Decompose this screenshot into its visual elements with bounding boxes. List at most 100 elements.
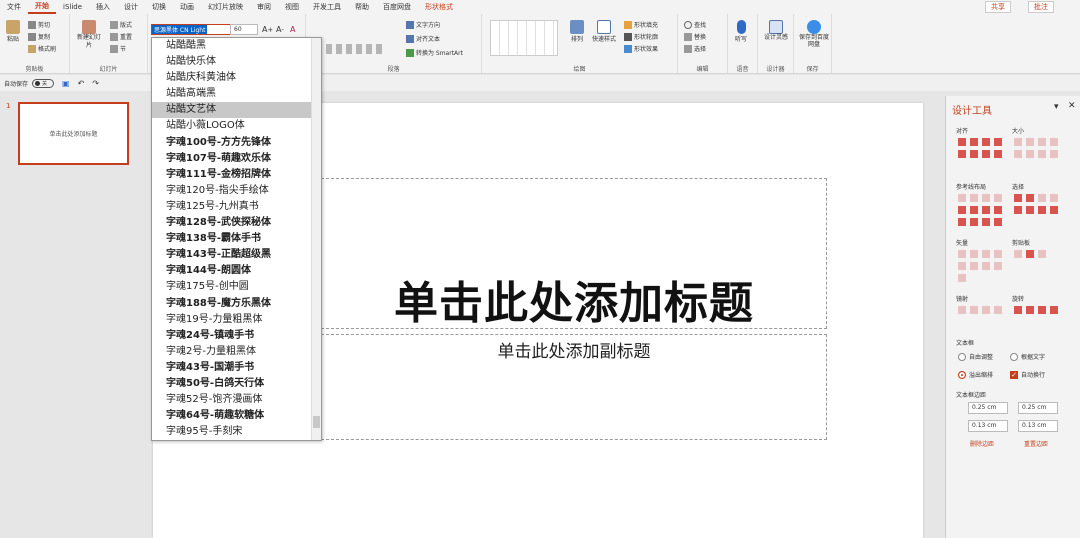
delete-margin-link[interactable]: 删除边距 [970,439,994,448]
quick-styles-button[interactable]: 快速样式 [592,20,616,43]
margin-bottom-input[interactable]: 0.13 cm [1018,420,1058,432]
font-option[interactable]: 站酷小薇LOGO体 [152,118,321,134]
font-option[interactable]: 字魂125号-九州真书 [152,199,321,215]
font-option[interactable]: 字魂2号-力量粗黑体 [152,344,321,360]
menu-tab-7[interactable]: 幻灯片放映 [201,0,250,14]
menu-tab-10[interactable]: 开发工具 [306,0,348,14]
font-option[interactable]: 站酷高端黑 [152,86,321,102]
margin-top-input[interactable]: 0.13 cm [968,420,1008,432]
font-option[interactable]: 字魂111号-金榜招牌体 [152,167,321,183]
font-option[interactable]: 字魂19号-力量粗黑体 [152,312,321,328]
design-ideas-button[interactable]: 设计灵感 [764,20,788,41]
mirror-icons[interactable] [958,306,1002,314]
slide-thumbnail[interactable]: 单击此处添加标题 [18,102,129,165]
rotate-icons[interactable] [1014,306,1058,314]
autosave-toggle[interactable]: 关 [32,78,55,88]
font-option[interactable]: 字魂143号-正酷超级黑 [152,247,321,263]
font-option[interactable]: 站酷快乐体 [152,54,321,70]
menu-tab-4[interactable]: 设计 [117,0,145,14]
pane-pin-icon[interactable]: ▾ [1054,102,1059,112]
replace-button[interactable]: 替换 [684,32,706,41]
font-option[interactable]: 字魂107号-萌趣欢乐体 [152,151,321,167]
section-button[interactable]: 节 [110,44,126,53]
font-option[interactable]: 站酷文艺体 [152,102,321,119]
menu-tab-3[interactable]: 插入 [89,0,117,14]
font-dropdown-list: 站酷酷黑 站酷快乐体 站酷庆科黄油体 站酷高端黑 站酷文艺体 站酷小薇LOGO体 字魂100… [151,37,322,441]
menu-tab-8[interactable]: 审阅 [250,0,278,14]
menu-tab-6[interactable]: 动画 [173,0,201,14]
font-option[interactable]: 字魂95号-手刻宋 [152,424,321,440]
font-option[interactable]: 字魂138号-霸体手书 [152,231,321,247]
font-option[interactable]: 字魂64号-萌趣软糖体 [152,408,321,424]
shape-effect-button[interactable]: 形状效果 [624,44,658,53]
autofit-radio[interactable]: 自由调整 [958,352,993,361]
close-icon[interactable]: ✕ [1068,101,1076,111]
font-option[interactable]: 字魂128号-武侠探秘体 [152,215,321,231]
align-text-button[interactable]: 对齐文本 [406,34,440,43]
margin-right-input[interactable]: 0.25 cm [1018,402,1058,414]
menu-tab-9[interactable]: 视图 [278,0,306,14]
shrink-font-button[interactable]: A- [276,25,284,34]
share-button[interactable]: 共享 [985,1,1011,13]
save-icon[interactable]: ▣ [62,79,70,88]
font-option[interactable]: 字魂43号-国潮手书 [152,360,321,376]
font-option[interactable]: 站酷酷黑 [152,38,321,54]
text-direction-button[interactable]: 文字方向 [406,20,440,29]
font-option[interactable]: 字魂144号-朗圆体 [152,263,321,279]
cut-button[interactable]: 剪切 [28,20,50,29]
font-option[interactable]: 字魂52号-饱齐漫画体 [152,392,321,408]
select-icons[interactable] [1014,194,1058,214]
overflow-radio[interactable]: 溢出缩排 [958,370,993,379]
font-option[interactable]: 字魂120号-指尖手绘体 [152,183,321,199]
shape-outline-button[interactable]: 形状轮廓 [624,32,658,41]
clipboard-icons[interactable] [1014,250,1058,258]
reset-button[interactable]: 重置 [110,32,132,41]
scrollbar-thumb[interactable] [313,416,320,428]
title-placeholder[interactable]: 单击此处添加标题 [321,178,827,329]
font-list-scrollbar[interactable] [311,38,321,440]
font-family-input[interactable]: 思源黑体 CN Light [151,24,231,35]
menu-tab-1[interactable]: 开始 [28,0,56,14]
font-option[interactable]: 字魂175号-创中圆 [152,279,321,295]
layout-button[interactable]: 版式 [110,20,132,29]
paste-button[interactable]: 粘贴 [6,20,20,43]
select-button[interactable]: 选择 [684,44,706,53]
menu-tab-13[interactable]: 形状格式 [418,0,460,14]
new-slide-button[interactable]: 新建幻灯片 [76,20,102,50]
margin-left-input[interactable]: 0.25 cm [968,402,1008,414]
font-option[interactable]: 字魂50号-白鸽天行体 [152,376,321,392]
smartart-button[interactable]: 转换为 SmartArt [406,48,463,57]
font-option[interactable]: 字魂24号-镇魂手书 [152,328,321,344]
redo-icon[interactable]: ↷ [92,79,99,88]
menu-tab-11[interactable]: 帮助 [348,0,376,14]
font-option[interactable]: 站酷庆科黄油体 [152,70,321,86]
shapes-gallery[interactable] [490,20,558,56]
save-to-baidu-button[interactable]: 保存到百度网盘 [799,20,829,48]
menu-tab-2[interactable]: iSlide [56,0,89,14]
menu-tab-0[interactable]: 文件 [0,0,28,14]
menu-tab-12[interactable]: 百度网盘 [376,0,418,14]
wrap-checkbox[interactable]: ✓ 自动换行 [1010,370,1045,379]
guides-icons[interactable] [958,194,1002,226]
font-option[interactable]: 字魂100号-方方先锋体 [152,135,321,151]
find-button[interactable]: 查找 [684,20,706,29]
reset-margin-link[interactable]: 重置边距 [1024,439,1048,448]
arrange-button[interactable]: 排列 [570,20,584,43]
comment-button[interactable]: 批注 [1028,1,1054,13]
vector-icons[interactable] [958,250,1002,282]
paragraph-align-icons[interactable] [326,44,386,54]
menu-tab-5[interactable]: 切换 [145,0,173,14]
font-option[interactable]: 字魂188号-魔方乐黑体 [152,296,321,312]
copy-button[interactable]: 复制 [28,32,50,41]
clear-format-icon[interactable]: A [290,25,295,34]
align-icons[interactable] [958,138,1002,158]
format-painter-button[interactable]: 格式刷 [28,44,56,53]
dictate-button[interactable]: 听写 [735,20,747,43]
fit-text-radio[interactable]: 根据文字 [1010,352,1045,361]
size-icons[interactable] [1014,138,1058,158]
subtitle-placeholder[interactable]: 单击此处添加副标题 [321,334,827,440]
grow-font-button[interactable]: A + [262,25,273,34]
shape-fill-button[interactable]: 形状填充 [624,20,658,29]
undo-icon[interactable]: ↶ [78,79,85,88]
font-size-input[interactable]: 60 [230,24,258,35]
